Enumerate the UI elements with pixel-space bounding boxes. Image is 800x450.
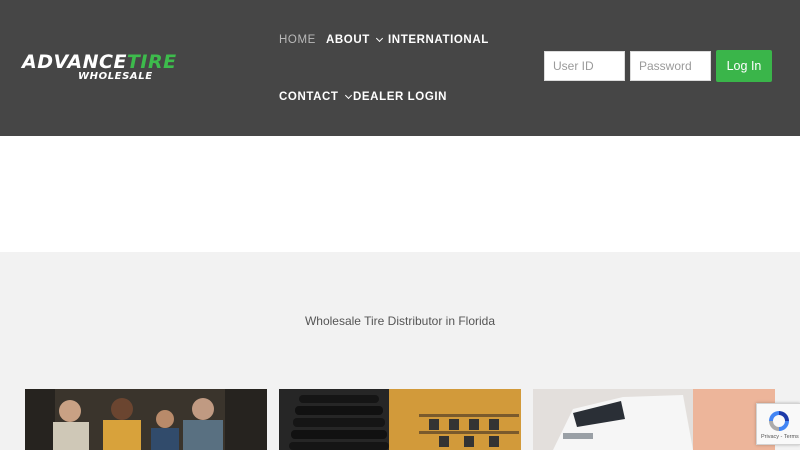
password-input[interactable] (630, 51, 711, 81)
card-image-tires[interactable] (279, 389, 521, 450)
nav-international-label: INTERNATIONAL (388, 34, 489, 46)
logo-word-advance: ADVANCE (22, 51, 127, 73)
nav-dealer-login[interactable]: DEALER LOGIN (353, 91, 447, 103)
advance-tire-logo[interactable]: ADVANCETIRE WHOLESALE (22, 53, 227, 83)
hero-subtitle: Wholesale Tire Distributor in Florida (304, 314, 496, 328)
nav-home[interactable]: HOME (279, 34, 316, 46)
nav-dealer-login-label: DEALER LOGIN (353, 91, 448, 103)
user-id-input[interactable] (544, 51, 625, 81)
logo-wordmark: ADVANCETIRE (22, 53, 227, 72)
nav-home-label: HOME (279, 34, 316, 46)
site-header: ADVANCETIRE WHOLESALE HOME ABOUT INTERNA… (0, 0, 800, 136)
truck-image (533, 389, 775, 450)
staff-photo-image (25, 389, 267, 450)
recaptcha-badge[interactable]: Privacy - Terms (756, 403, 800, 445)
nav-about[interactable]: ABOUT (326, 34, 383, 46)
tire-warehouse-image (279, 389, 521, 450)
nav-about-label: ABOUT (326, 34, 370, 46)
chevron-down-icon (344, 91, 352, 100)
recaptcha-icon (769, 411, 789, 431)
chevron-down-icon (375, 34, 383, 43)
recaptcha-links[interactable]: Privacy - Terms (761, 434, 799, 440)
nav-contact[interactable]: CONTACT (279, 91, 352, 103)
card-image-staff[interactable] (25, 389, 267, 450)
card-image-truck[interactable] (533, 389, 775, 450)
nav-contact-label: CONTACT (279, 91, 339, 103)
logo-subtext: WHOLESALE (78, 71, 153, 82)
log-in-button[interactable]: Log In (716, 50, 772, 82)
logo-word-tire: TIRE (126, 51, 177, 73)
nav-international[interactable]: INTERNATIONAL (388, 34, 489, 46)
